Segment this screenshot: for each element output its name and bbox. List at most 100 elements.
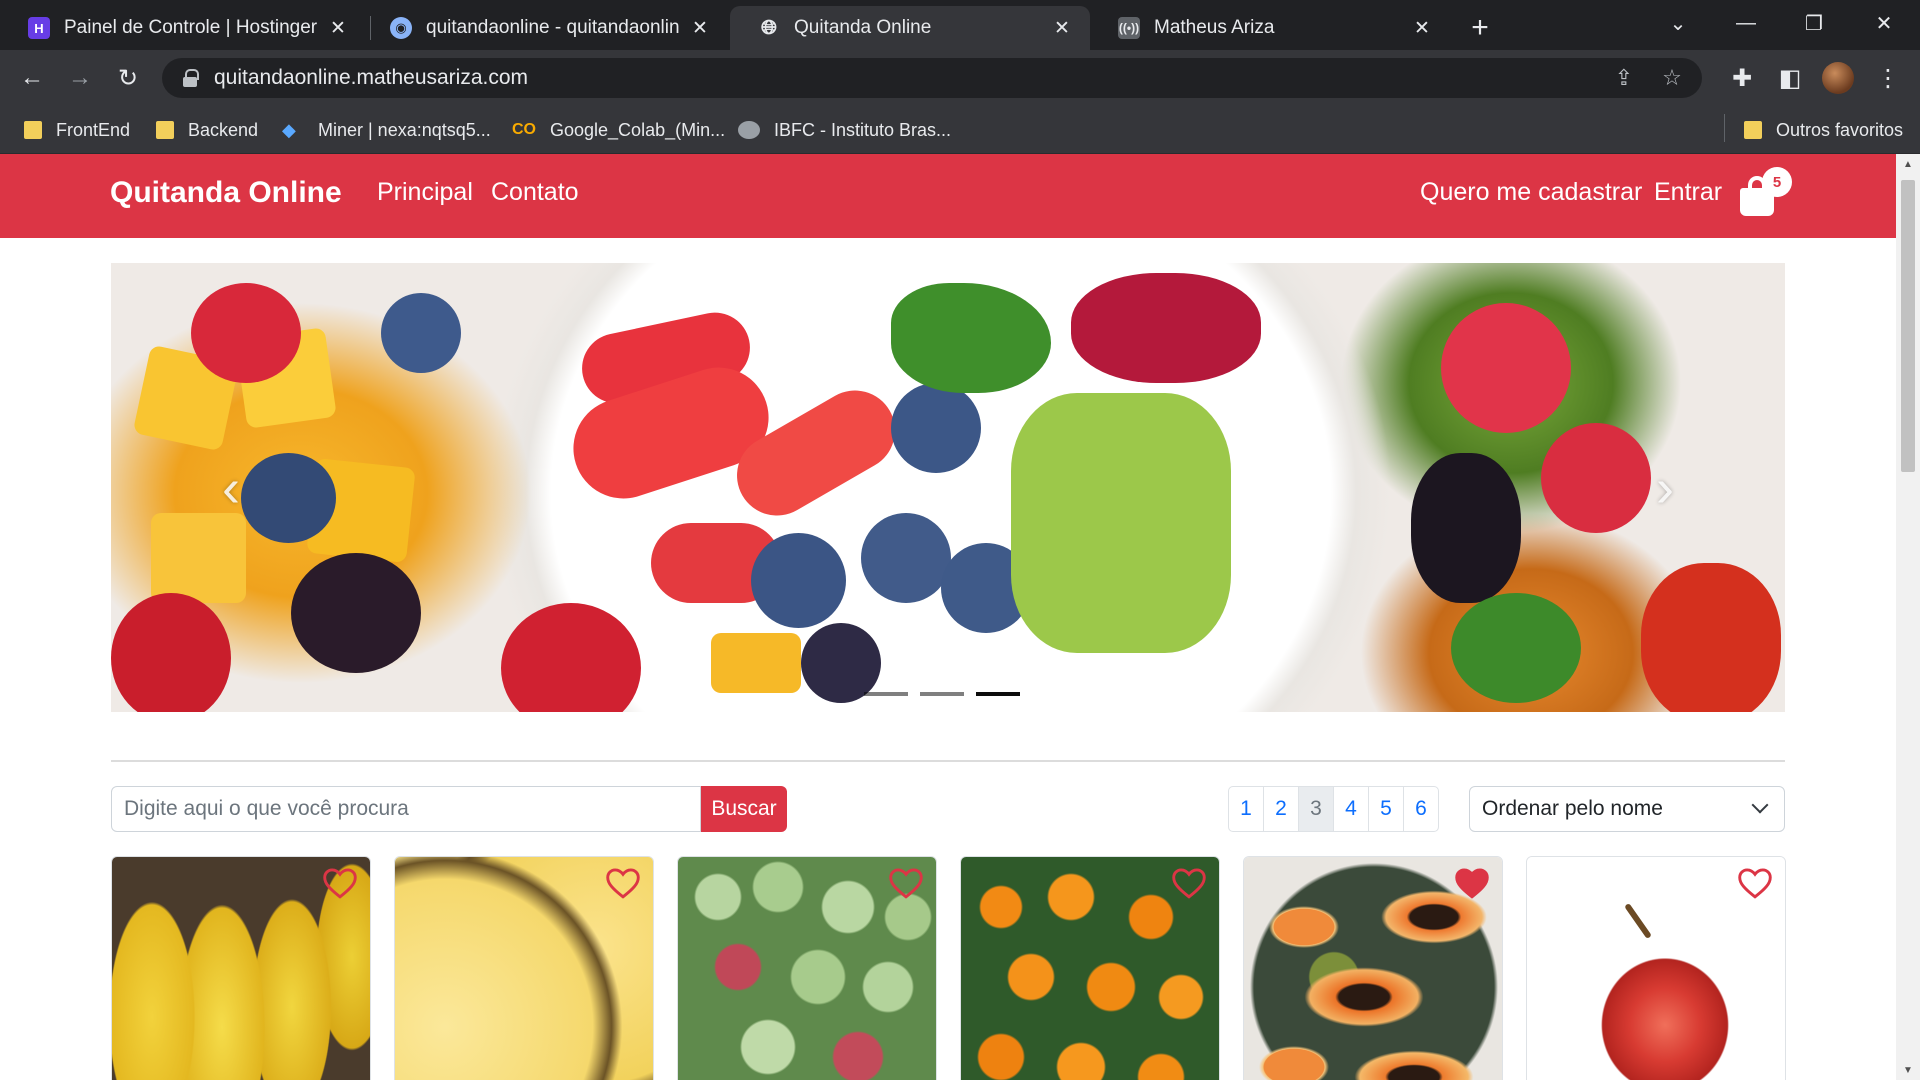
close-window-icon[interactable]: ✕ <box>1850 0 1918 46</box>
carousel-indicator-1[interactable] <box>864 692 908 696</box>
bookmark-label: IBFC - Instituto Bras... <box>774 119 952 140</box>
blueberry <box>751 533 846 628</box>
nav-link-login[interactable]: Entrar <box>1654 178 1722 207</box>
hostinger-icon: H <box>28 17 50 39</box>
bookmark-label: FrontEnd <box>56 119 131 140</box>
favorite-heart-icon[interactable] <box>322 867 358 899</box>
restore-icon[interactable]: ❐ <box>1780 0 1848 46</box>
bookmark-ibfc[interactable]: IBFC - Instituto Bras... <box>738 116 951 144</box>
nav-link-contato[interactable]: Contato <box>491 178 579 207</box>
address-bar[interactable]: quitandaonline.matheusariza.com ⇪ ☆ <box>162 58 1702 98</box>
broadcast-icon: ((•)) <box>1118 17 1140 39</box>
minimize-icon[interactable]: — <box>1712 0 1780 46</box>
page-link-6[interactable]: 6 <box>1403 786 1439 832</box>
raspberry <box>1441 303 1571 433</box>
blueberry <box>381 293 461 373</box>
favorite-heart-icon[interactable] <box>1171 867 1207 899</box>
site-navbar: Quitanda Online Principal Contato Quero … <box>0 154 1896 238</box>
carousel-indicators <box>864 692 1020 696</box>
product-card-tangerines[interactable] <box>960 856 1220 1080</box>
dill-sprig <box>1451 593 1581 703</box>
colab-icon: CO <box>512 121 536 138</box>
tab-quitandaonline-db[interactable]: ◉ quitandaonline - quitandaonline ✕ <box>362 6 728 50</box>
page-link-4[interactable]: 4 <box>1333 786 1369 832</box>
scrollbar-thumb[interactable] <box>1901 180 1915 472</box>
menu-icon[interactable]: ⋮ <box>1870 60 1906 96</box>
favorite-heart-icon[interactable] <box>1737 867 1773 899</box>
strawberry <box>501 603 641 712</box>
close-tab-icon[interactable]: ✕ <box>326 16 350 40</box>
database-icon: ◉ <box>390 17 412 39</box>
favorite-heart-filled-icon[interactable] <box>1454 867 1490 899</box>
extensions-icon[interactable]: ✚ <box>1724 60 1760 96</box>
bookmark-star-icon[interactable]: ☆ <box>1654 60 1690 96</box>
chevron-down-icon <box>1751 796 1769 814</box>
lock-icon <box>182 69 199 87</box>
raspberry <box>191 283 301 383</box>
tab-strip: H Painel de Controle | Hostinger ✕ ◉ qui… <box>0 0 1920 50</box>
bookmark-label: Google_Colab_(Min... <box>550 119 726 140</box>
bookmark-label: Miner | nexa:nqtsq5... <box>318 119 491 140</box>
ibfc-icon <box>738 121 760 139</box>
carousel-indicator-3[interactable] <box>976 692 1020 696</box>
share-icon[interactable]: ⇪ <box>1606 60 1642 96</box>
close-tab-icon[interactable]: ✕ <box>1410 16 1434 40</box>
search-button[interactable]: Buscar <box>701 786 787 832</box>
page-link-1[interactable]: 1 <box>1228 786 1264 832</box>
product-card-bananas[interactable] <box>111 856 371 1080</box>
blueberry <box>801 623 881 703</box>
folder-icon <box>1744 121 1762 139</box>
folder-icon <box>24 121 42 139</box>
side-panel-icon[interactable]: ◧ <box>1772 60 1808 96</box>
tab-hostinger[interactable]: H Painel de Controle | Hostinger ✕ <box>0 6 366 50</box>
favorite-heart-icon[interactable] <box>605 867 641 899</box>
section-divider <box>111 760 1785 762</box>
page-link-3[interactable]: 3 <box>1298 786 1334 832</box>
tab-search-icon[interactable]: ⌄ <box>1644 0 1712 46</box>
cart-count-badge: 5 <box>1762 167 1792 197</box>
scroll-down-icon[interactable]: ▼ <box>1896 1060 1920 1080</box>
carousel-prev-icon[interactable]: ‹ <box>211 458 251 518</box>
product-card-pineapple[interactable] <box>394 856 654 1080</box>
tab-title: Matheus Ariza <box>1154 17 1275 38</box>
reload-icon[interactable]: ↻ <box>110 60 146 96</box>
product-card-apple[interactable] <box>1526 856 1786 1080</box>
sort-select[interactable]: Ordenar pelo nome <box>1469 786 1785 832</box>
search-input[interactable]: Digite aqui o que você procura <box>111 786 701 832</box>
tab-title: Painel de Controle | Hostinger <box>64 17 318 38</box>
bookmark-miner[interactable]: ◆ Miner | nexa:nqtsq5... <box>282 116 491 144</box>
sort-selected-label: Ordenar pelo nome <box>1482 797 1663 820</box>
product-card-guavas[interactable] <box>677 856 937 1080</box>
page-scrollbar[interactable]: ▲ ▼ <box>1896 154 1920 1080</box>
forward-icon[interactable]: → <box>62 60 98 96</box>
profile-avatar[interactable] <box>1822 62 1854 94</box>
pagination: 1 2 3 4 5 6 <box>1228 786 1439 832</box>
carousel-next-icon[interactable]: › <box>1645 458 1685 518</box>
favorite-heart-icon[interactable] <box>888 867 924 899</box>
back-icon[interactable]: ← <box>14 60 50 96</box>
bookmark-google-colab[interactable]: CO Google_Colab_(Min... <box>512 116 725 144</box>
url-text: quitandaonline.matheusariza.com <box>214 66 529 89</box>
product-card-papayas[interactable] <box>1243 856 1503 1080</box>
page-link-5[interactable]: 5 <box>1368 786 1404 832</box>
bookmarks-bar: FrontEnd Backend ◆ Miner | nexa:nqtsq5..… <box>0 106 1920 154</box>
new-tab-button[interactable]: + <box>1462 10 1498 46</box>
tab-matheus-ariza[interactable]: ((•)) Matheus Ariza ✕ <box>1090 6 1450 50</box>
close-tab-icon[interactable]: ✕ <box>1050 16 1074 40</box>
bookmark-other-favorites[interactable]: Outros favoritos <box>1744 116 1903 144</box>
scroll-up-icon[interactable]: ▲ <box>1896 154 1920 174</box>
kiwi-pieces <box>1011 393 1231 653</box>
site-brand[interactable]: Quitanda Online <box>110 176 342 210</box>
tab-quitanda-online[interactable]: 🌐︎ Quitanda Online ✕ <box>730 6 1090 50</box>
nav-link-principal[interactable]: Principal <box>377 178 473 207</box>
tab-title: Quitanda Online <box>794 17 932 38</box>
pomegranate-seeds <box>1071 273 1261 383</box>
page-link-2[interactable]: 2 <box>1263 786 1299 832</box>
bookmark-frontend[interactable]: FrontEnd <box>24 116 130 144</box>
blueberry <box>241 453 336 543</box>
strawberry <box>1641 563 1781 712</box>
bookmark-backend[interactable]: Backend <box>156 116 258 144</box>
nav-link-register[interactable]: Quero me cadastrar <box>1420 178 1642 207</box>
close-tab-icon[interactable]: ✕ <box>688 16 712 40</box>
carousel-indicator-2[interactable] <box>920 692 964 696</box>
